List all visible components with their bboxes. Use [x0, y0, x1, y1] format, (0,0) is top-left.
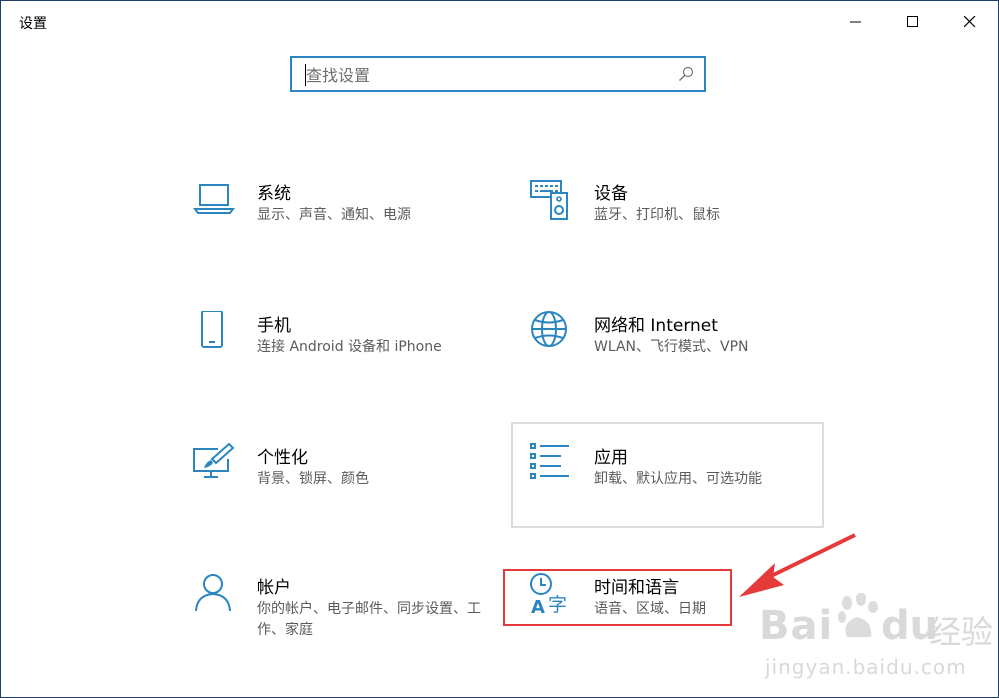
watermark-url: jingyan.baidu.com	[765, 655, 967, 679]
settings-window: 设置 系统 显示、声音、通知、电源	[0, 0, 999, 698]
tile-description: 你的帐户、电子邮件、同步设置、工作、家庭	[257, 601, 481, 638]
keyboard-speaker-icon	[530, 180, 568, 220]
tile-description: 显示、声音、通知、电源	[257, 207, 411, 223]
tile-devices[interactable]: 设备 蓝牙、打印机、鼠标	[529, 179, 839, 279]
tile-name: 个性化	[257, 448, 308, 468]
tile-description: 蓝牙、打印机、鼠标	[594, 207, 720, 223]
red-highlight-box	[503, 569, 732, 626]
phone-icon	[201, 311, 223, 348]
tile-name: 应用	[594, 448, 628, 468]
paint-monitor-icon	[193, 443, 235, 478]
maximize-icon	[906, 16, 918, 27]
window-title: 设置	[19, 16, 47, 32]
search-box[interactable]	[290, 56, 706, 92]
tile-description: 卸载、默认应用、可选功能	[594, 471, 762, 487]
tile-name: 网络和 Internet	[594, 316, 718, 336]
tile-description: 背景、锁屏、颜色	[257, 471, 369, 487]
tile-apps[interactable]: 应用 卸载、默认应用、可选功能	[529, 443, 839, 543]
search-icon[interactable]	[678, 66, 694, 82]
list-icon	[530, 443, 569, 479]
watermark-brand: Bai	[759, 603, 834, 649]
title-bar: 设置	[1, 1, 998, 43]
baidu-watermark: Bai du 经验 jingyan.baidu.com	[759, 585, 994, 695]
tile-system[interactable]: 系统 显示、声音、通知、电源	[192, 179, 502, 279]
tile-phone[interactable]: 手机 连接 Android 设备和 iPhone	[192, 311, 502, 411]
tile-name: 系统	[257, 184, 291, 204]
tile-name: 帐户	[257, 578, 291, 598]
watermark-cn: 经验	[929, 613, 994, 651]
tile-personalization[interactable]: 个性化 背景、锁屏、颜色	[192, 443, 502, 543]
globe-icon	[531, 311, 567, 347]
close-icon	[963, 16, 975, 28]
tile-network[interactable]: 网络和 Internet WLAN、飞行模式、VPN	[529, 311, 839, 411]
maximize-button[interactable]	[884, 1, 941, 43]
laptop-icon	[193, 184, 235, 214]
tile-description: WLAN、飞行模式、VPN	[594, 339, 749, 355]
minimize-icon	[849, 21, 861, 23]
close-button[interactable]	[941, 1, 998, 43]
person-icon	[195, 574, 231, 612]
tile-name: 手机	[257, 316, 291, 336]
tile-accounts[interactable]: 帐户 你的帐户、电子邮件、同步设置、工作、家庭	[192, 573, 502, 673]
tile-name: 设备	[594, 184, 628, 204]
tile-description: 连接 Android 设备和 iPhone	[257, 339, 442, 355]
search-input[interactable]	[306, 65, 666, 85]
paw-icon	[838, 593, 878, 637]
minimize-button[interactable]	[827, 1, 884, 43]
